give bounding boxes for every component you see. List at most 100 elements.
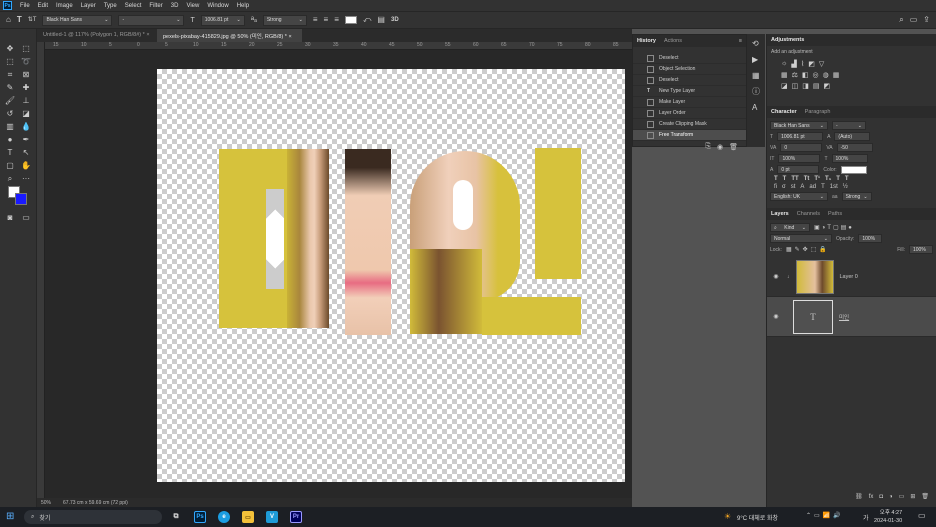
close-icon[interactable]: × xyxy=(146,32,149,38)
char-hscale[interactable]: 100% xyxy=(831,154,868,163)
history-item[interactable]: Deselect xyxy=(633,75,746,86)
menu-image[interactable]: Image xyxy=(56,3,73,9)
home-icon[interactable]: ⌂ xyxy=(6,16,11,24)
strikethrough-icon[interactable]: T xyxy=(845,176,849,182)
curves-icon[interactable]: ⌇ xyxy=(801,60,804,68)
actions-panel-icon[interactable]: ▶ xyxy=(752,56,758,64)
opacity-field[interactable]: 100% xyxy=(858,234,883,243)
gradient-map-icon[interactable]: ▤ xyxy=(813,82,820,90)
stylistic-icon[interactable]: st xyxy=(791,184,796,190)
history-item[interactable]: Create Clipping Mask xyxy=(633,119,746,130)
warp-text-icon[interactable]: ⤺ xyxy=(363,16,372,24)
history-item-selected[interactable]: Free Transform xyxy=(633,130,746,141)
layer-name[interactable]: Layer 0 xyxy=(840,274,858,280)
3d-label[interactable]: 3D xyxy=(391,17,399,23)
frame-tool-icon[interactable]: ⊠ xyxy=(20,69,32,81)
move-tool-icon[interactable]: ✥ xyxy=(4,43,16,55)
char-font-family[interactable]: Black Han Sans ⌄ xyxy=(770,121,828,130)
more-tools-icon[interactable]: ··· xyxy=(20,173,32,185)
file-explorer-icon[interactable]: ▭ xyxy=(242,511,254,523)
menu-layer[interactable]: Layer xyxy=(81,3,96,9)
layer-name[interactable]: 미인 xyxy=(839,313,849,321)
history-item[interactable]: T New Type Layer xyxy=(633,86,746,97)
brightness-icon[interactable]: ☼ xyxy=(781,60,787,67)
selective-color-icon[interactable]: ◩ xyxy=(824,82,831,90)
fraction-icon[interactable]: 1st xyxy=(830,184,838,190)
menu-edit[interactable]: Edit xyxy=(38,3,48,9)
lock-icons[interactable]: ▦✎✥⬚🔒 xyxy=(786,246,830,253)
swatches-panel-icon[interactable]: ▦ xyxy=(752,72,760,80)
menu-select[interactable]: Select xyxy=(125,3,142,9)
char-language[interactable]: English: UK ⌄ xyxy=(770,192,828,201)
eyedropper-tool-icon[interactable]: ✎ xyxy=(4,82,16,94)
layer-filter-icons[interactable]: ▣◑T▢▤● xyxy=(814,224,854,231)
blend-mode-select[interactable]: Normal ⌄ xyxy=(770,234,832,243)
panel-menu-icon[interactable]: ≡ xyxy=(739,38,742,44)
char-antialias[interactable]: Strong ⌄ xyxy=(841,192,872,201)
exposure-icon[interactable]: ◩ xyxy=(808,60,815,68)
tab-pexels-pixabay[interactable]: pexels-pixabay-415829.jpg @ 50% (미인, RGB… xyxy=(157,29,302,42)
hue-saturation-icon[interactable]: ▦ xyxy=(781,71,788,79)
windows-start-icon[interactable]: ⊞ xyxy=(6,511,14,522)
weather-text[interactable]: 9°C 대체로 화창 xyxy=(737,513,778,522)
type-tool-icon[interactable]: T xyxy=(17,16,22,24)
search-icon[interactable]: ⌕ xyxy=(899,16,903,24)
layer-style-icon[interactable]: fx xyxy=(869,494,874,500)
dodge-tool-icon[interactable]: ● xyxy=(4,134,16,146)
tab-character[interactable]: Character xyxy=(771,109,797,115)
char-kerning[interactable]: 0 xyxy=(780,143,823,152)
edge-browser-icon[interactable]: e xyxy=(218,511,230,523)
add-mask-icon[interactable]: ◘ xyxy=(879,494,883,500)
align-left-icon[interactable]: ≡ xyxy=(313,16,318,24)
char-vscale[interactable]: 100% xyxy=(778,154,821,163)
path-selection-tool-icon[interactable]: ↖ xyxy=(20,147,32,159)
half-icon[interactable]: ½ xyxy=(843,184,848,190)
quick-mask-icon[interactable]: ◙ xyxy=(4,212,16,224)
info-panel-icon[interactable]: ⓘ xyxy=(752,88,760,96)
photo-filter-icon[interactable]: ◎ xyxy=(813,71,819,79)
task-view-icon[interactable]: ⧉ xyxy=(170,511,182,523)
align-right-icon[interactable]: ≡ xyxy=(334,16,339,24)
character-panel-icon[interactable]: A xyxy=(752,104,757,112)
new-layer-icon[interactable]: ⊞ xyxy=(910,493,915,500)
titling-icon[interactable]: ad xyxy=(809,184,816,190)
tab-layers[interactable]: Layers xyxy=(771,211,789,217)
antialias-select[interactable]: Strong ⌄ xyxy=(262,14,307,26)
tab-actions[interactable]: Actions xyxy=(664,38,682,44)
menu-view[interactable]: View xyxy=(186,3,199,9)
invert-icon[interactable]: ◪ xyxy=(781,82,788,90)
zoom-level[interactable]: 50% xyxy=(41,500,51,506)
marquee-tool-icon[interactable]: ⬚ xyxy=(4,56,16,68)
char-baseline[interactable]: 0 pt xyxy=(777,165,820,174)
blur-tool-icon[interactable]: 💧 xyxy=(20,121,32,133)
healing-brush-tool-icon[interactable]: ✚ xyxy=(20,82,32,94)
new-document-icon[interactable]: ⎘ xyxy=(705,143,711,151)
photoshop-logo-icon[interactable]: Ps xyxy=(3,1,12,10)
history-panel-icon[interactable]: ⟲ xyxy=(752,40,759,48)
history-item[interactable]: Layer Order xyxy=(633,108,746,119)
trash-icon[interactable]: 🗑 xyxy=(921,493,929,500)
black-white-icon[interactable]: ◧ xyxy=(802,71,809,79)
crop-tool-icon[interactable]: ⌗ xyxy=(4,69,16,81)
tab-adjustments[interactable]: Adjustments xyxy=(771,37,804,43)
eraser-tool-icon[interactable]: ◪ xyxy=(20,108,32,120)
font-style-select[interactable]: - ⌄ xyxy=(118,14,185,26)
eye-icon[interactable]: ◉ xyxy=(771,313,781,320)
history-brush-tool-icon[interactable]: ↺ xyxy=(4,108,16,120)
clock[interactable]: 오후 4:27 2024-01-30 xyxy=(874,509,902,525)
small-caps-icon[interactable]: Tt xyxy=(804,176,810,182)
vrew-app-icon[interactable]: V xyxy=(266,511,278,523)
menu-filter[interactable]: Filter xyxy=(149,3,162,9)
underline-icon[interactable]: T xyxy=(836,176,840,182)
menu-type[interactable]: Type xyxy=(104,3,117,9)
layer-row[interactable]: ◉ ↓ Layer 0 xyxy=(767,257,936,297)
align-center-icon[interactable]: ≡ xyxy=(324,16,329,24)
workspace-icon[interactable]: ▭ xyxy=(910,16,918,24)
type-tool-icon[interactable]: T xyxy=(4,147,16,159)
ordinal-icon[interactable]: T xyxy=(821,184,825,190)
fill-field[interactable]: 100% xyxy=(909,245,933,254)
premiere-taskbar-icon[interactable]: Pr xyxy=(290,511,302,523)
char-font-style[interactable]: - ⌄ xyxy=(832,121,866,130)
swash-icon[interactable]: A xyxy=(800,184,804,190)
stamp-tool-icon[interactable]: ⊥ xyxy=(20,95,32,107)
